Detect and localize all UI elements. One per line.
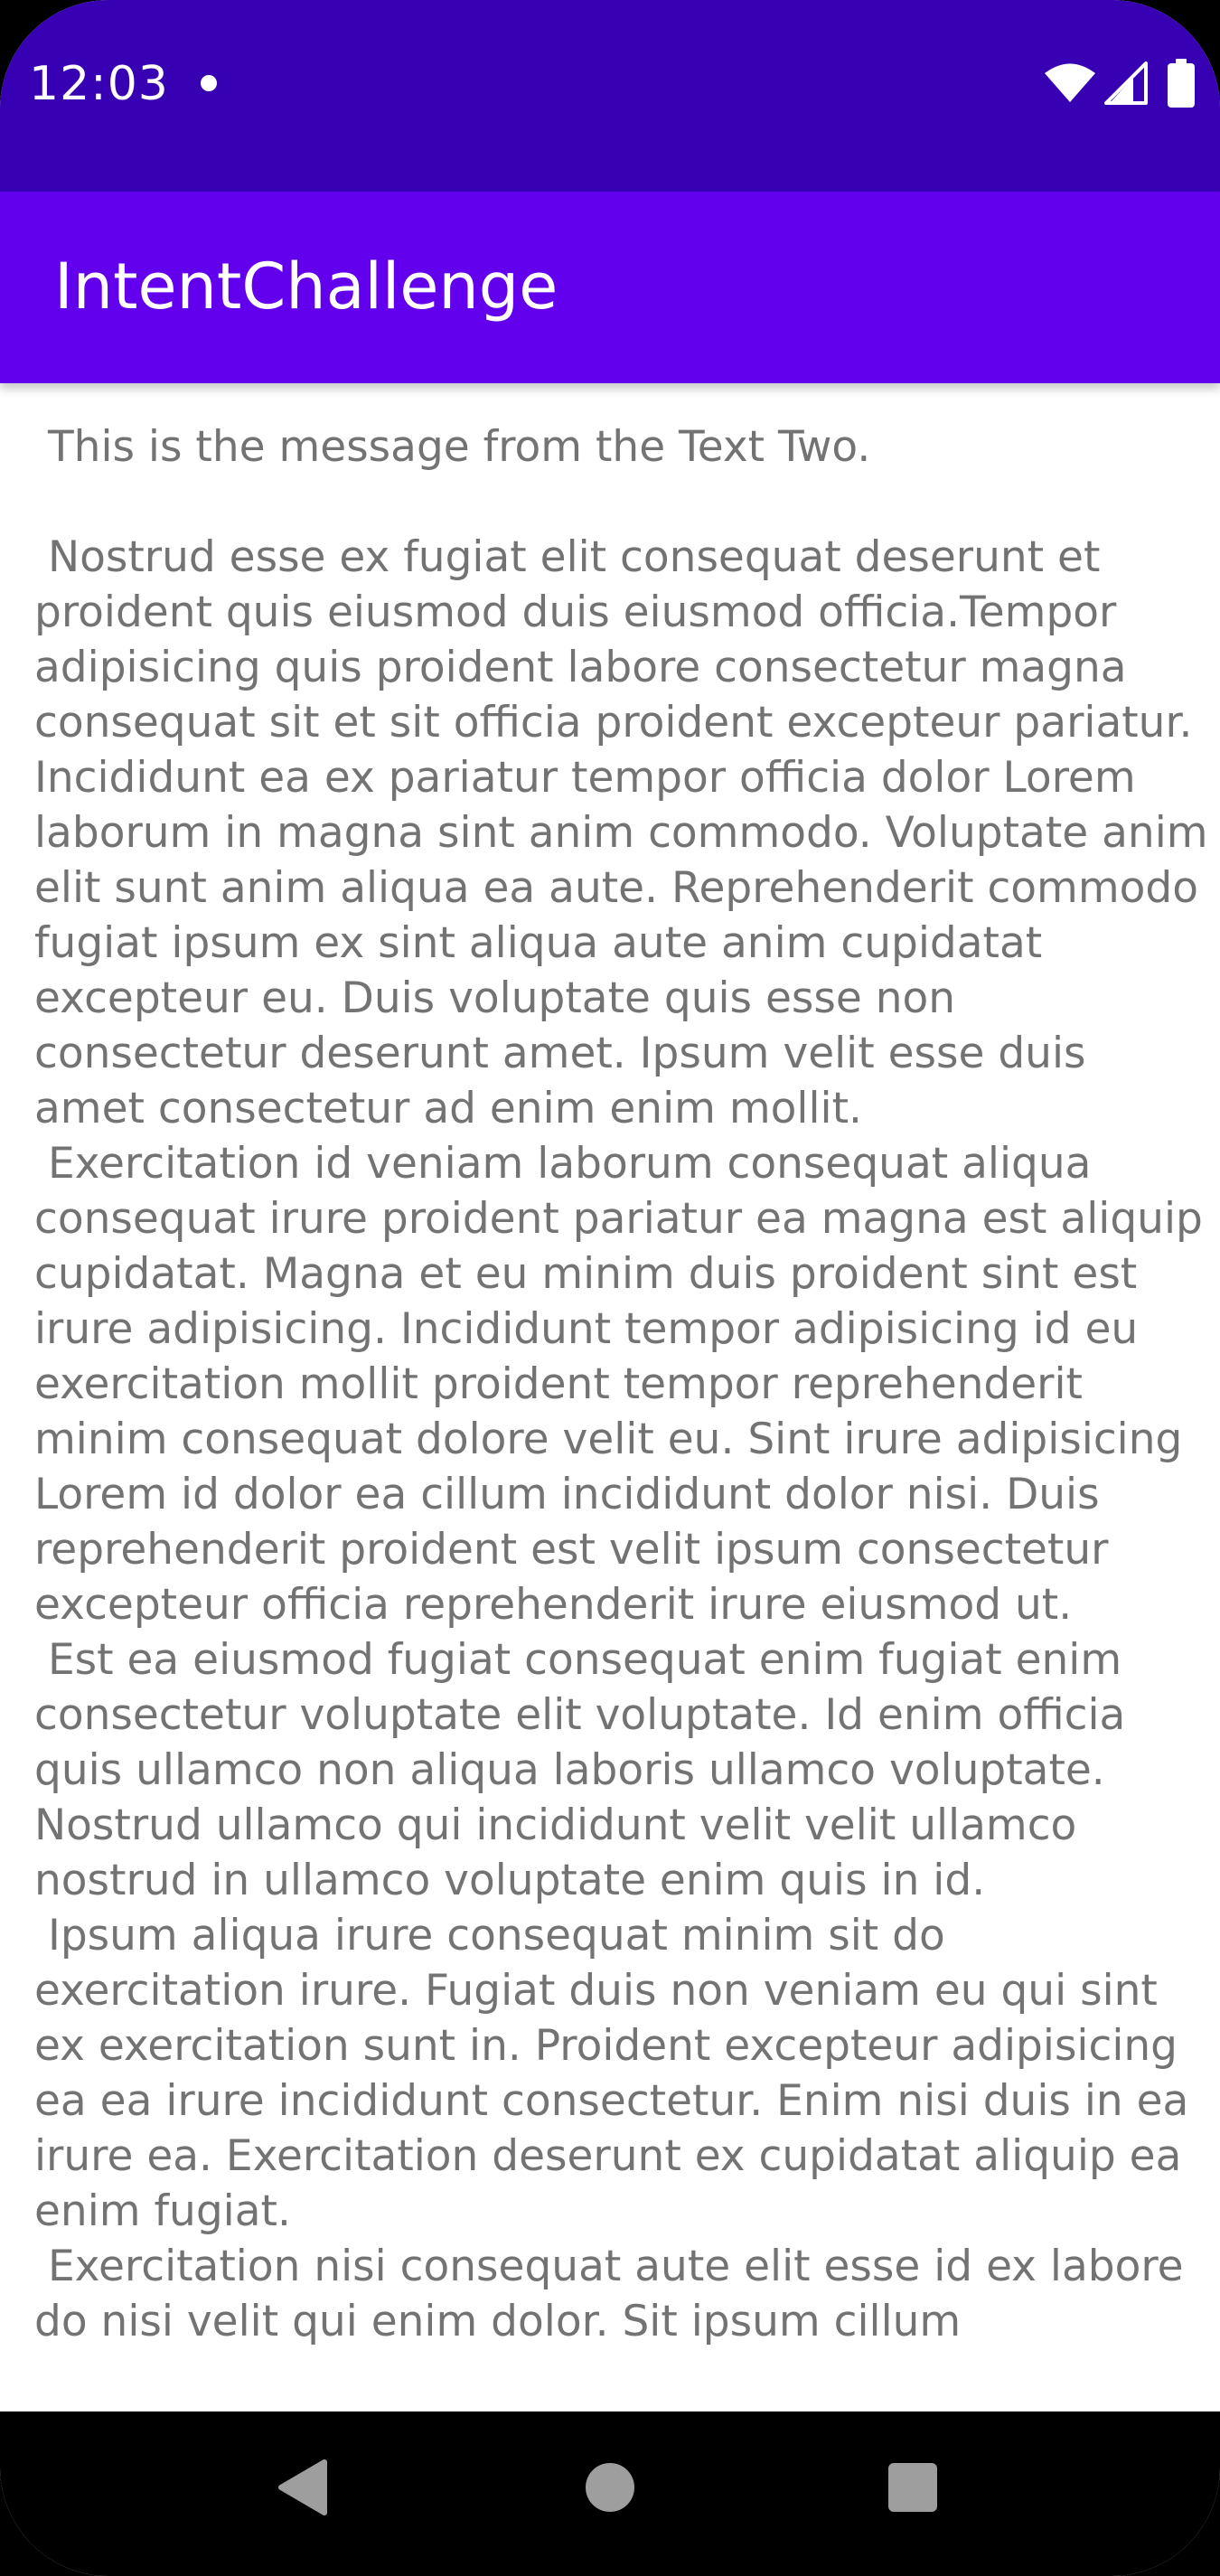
recents-button[interactable]	[859, 2435, 967, 2543]
recents-icon	[887, 2462, 938, 2516]
battery-icon	[1168, 59, 1195, 108]
back-icon	[276, 2458, 330, 2520]
status-icons	[1045, 58, 1195, 108]
navigation-bar	[0, 2411, 1220, 2576]
wifi-icon	[1045, 63, 1095, 103]
app-title: IntentChallenge	[54, 249, 558, 324]
home-icon	[585, 2462, 635, 2516]
message-text: This is the message from the Text Two. N…	[34, 422, 1208, 2346]
cell-signal-icon	[1104, 61, 1148, 105]
app-bar: IntentChallenge	[0, 192, 1220, 383]
status-time: 12:03	[29, 57, 169, 111]
phone-screen: 12:03 IntentChallenge This is the messag…	[0, 0, 1220, 2576]
status-bar: 12:03	[0, 0, 1220, 192]
notification-dot-icon	[201, 75, 217, 91]
message-scroll-view[interactable]: This is the message from the Text Two. N…	[0, 383, 1220, 2376]
home-button[interactable]	[556, 2435, 664, 2543]
back-button[interactable]	[249, 2435, 357, 2543]
